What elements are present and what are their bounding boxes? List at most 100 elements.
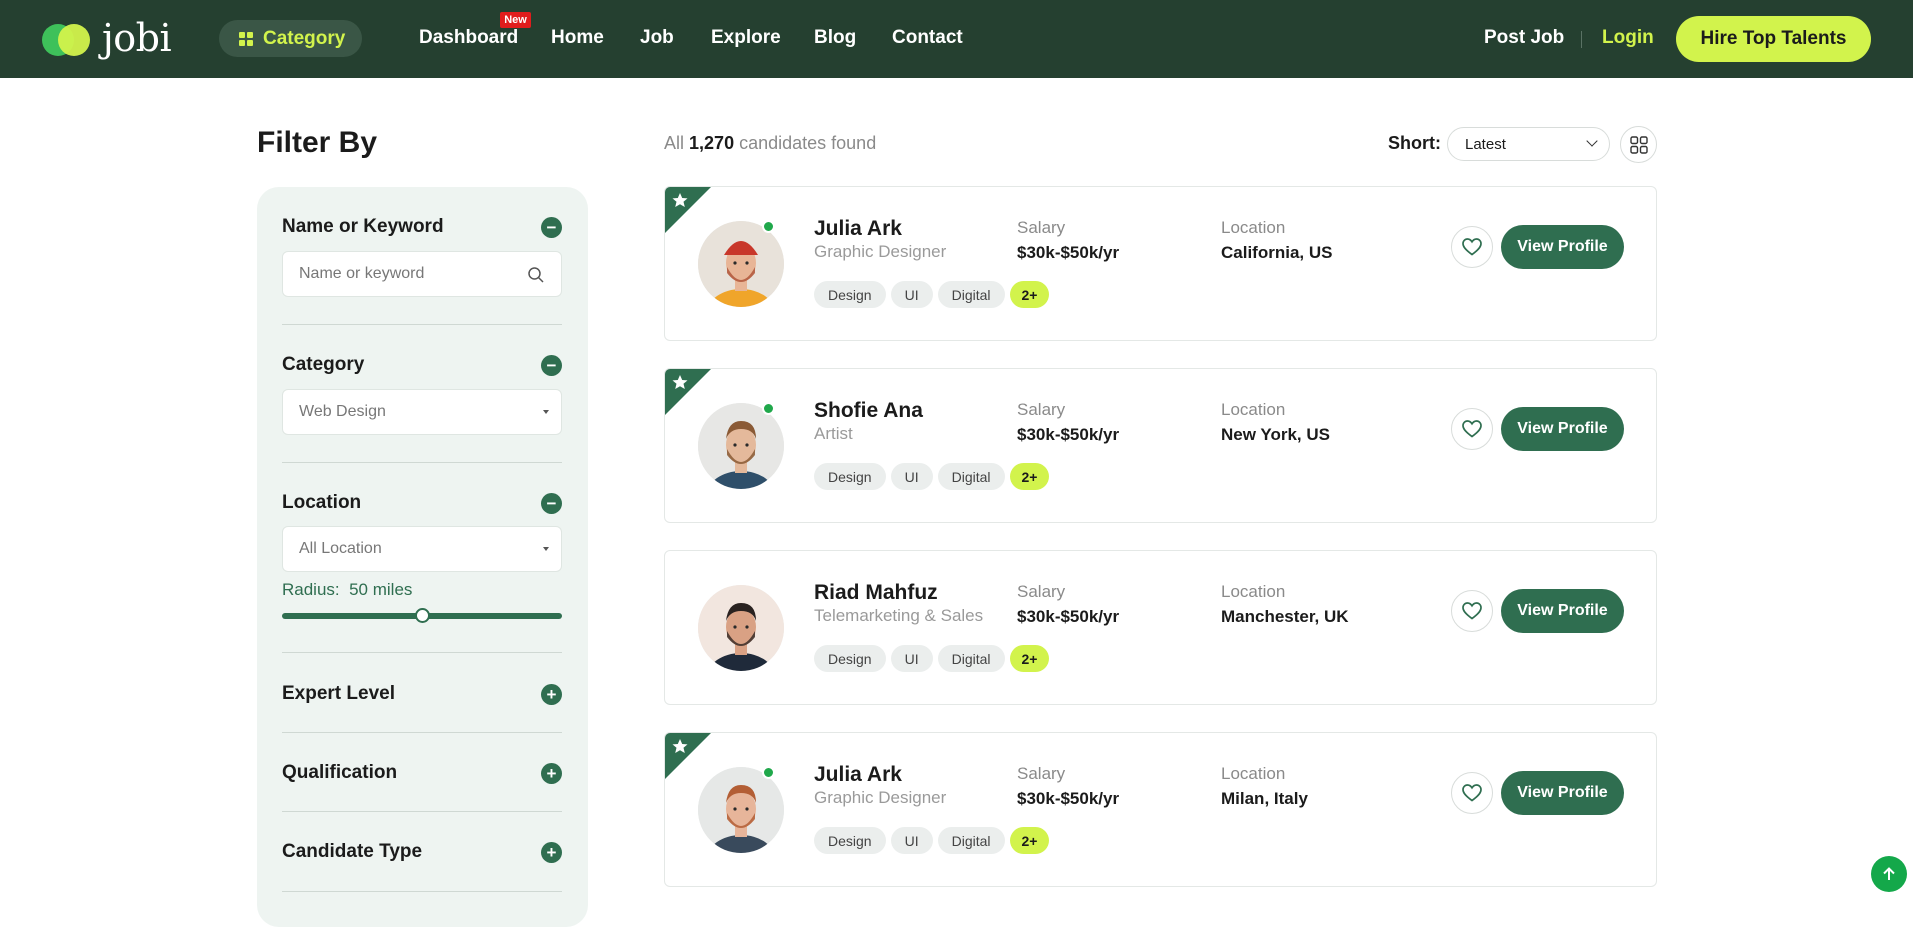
skill-tag[interactable]: Design bbox=[814, 281, 886, 308]
expand-expert-level-icon[interactable]: + bbox=[541, 684, 562, 705]
salary-value: $30k-$50k/yr bbox=[1017, 425, 1120, 444]
search-icon[interactable] bbox=[527, 266, 545, 284]
skill-tag[interactable]: UI bbox=[890, 281, 933, 308]
filter-divider bbox=[282, 324, 562, 325]
hire-top-talents-button[interactable]: Hire Top Talents bbox=[1676, 16, 1871, 62]
radius-value: 50 miles bbox=[349, 580, 413, 599]
results-prefix: All bbox=[664, 133, 685, 153]
candidate-card[interactable]: Shofie Ana Artist Design UI Digital 2+ Salary $… bbox=[664, 368, 1657, 523]
location-label: Location bbox=[1221, 582, 1286, 601]
skill-tags: Design UI Digital 2+ bbox=[814, 827, 1050, 854]
post-job-link[interactable]: Post Job bbox=[1484, 27, 1564, 49]
nav-explore[interactable]: Explore bbox=[711, 27, 781, 51]
slider-handle[interactable] bbox=[414, 608, 430, 623]
collapse-location-icon[interactable]: − bbox=[541, 493, 562, 514]
sort-select[interactable]: Latest bbox=[1447, 127, 1610, 161]
nav-dashboard[interactable]: Dashboard bbox=[419, 27, 518, 51]
online-status-dot bbox=[762, 402, 775, 415]
category-select-value: Web Design bbox=[299, 403, 386, 420]
view-profile-button[interactable]: View Profile bbox=[1501, 771, 1624, 815]
filter-category-title: Category bbox=[282, 354, 365, 375]
category-button[interactable]: Category bbox=[219, 20, 362, 57]
favorite-button[interactable] bbox=[1451, 772, 1493, 814]
filter-qualification-title: Qualification bbox=[282, 762, 398, 783]
sort-select-value: Latest bbox=[1465, 135, 1506, 153]
caret-down-icon bbox=[543, 547, 549, 551]
collapse-category-icon[interactable]: − bbox=[541, 355, 562, 376]
view-profile-button[interactable]: View Profile bbox=[1501, 407, 1624, 451]
online-status-dot bbox=[762, 766, 775, 779]
results-number: 1,270 bbox=[689, 133, 735, 153]
filter-title: Filter By bbox=[257, 126, 378, 159]
location-label: Location bbox=[1221, 764, 1286, 783]
category-button-label: Category bbox=[263, 27, 346, 49]
candidate-card[interactable]: Julia Ark Graphic Designer Design UI Digital… bbox=[664, 732, 1657, 887]
avatar bbox=[698, 767, 784, 853]
heart-icon bbox=[1462, 238, 1482, 256]
heart-icon bbox=[1462, 602, 1482, 620]
favorite-button[interactable] bbox=[1451, 226, 1493, 268]
collapse-keyword-icon[interactable]: − bbox=[541, 217, 562, 238]
salary-value: $30k-$50k/yr bbox=[1017, 607, 1120, 626]
online-status-dot bbox=[762, 220, 775, 233]
skill-tag[interactable]: Digital bbox=[937, 645, 1005, 672]
location-label: Location bbox=[1221, 218, 1286, 237]
view-profile-button[interactable]: View Profile bbox=[1501, 225, 1624, 269]
skill-tag[interactable]: Digital bbox=[937, 281, 1005, 308]
featured-ribbon-icon bbox=[665, 369, 711, 415]
skill-tag[interactable]: Design bbox=[814, 827, 886, 854]
filter-divider bbox=[282, 732, 562, 733]
radius-slider[interactable] bbox=[282, 608, 562, 623]
skill-tag[interactable]: UI bbox=[890, 827, 933, 854]
location-select-value: All Location bbox=[299, 540, 382, 557]
skill-tag[interactable]: Digital bbox=[937, 827, 1005, 854]
avatar bbox=[698, 585, 784, 671]
candidate-card[interactable]: Riad Mahfuz Telemarketing & Sales Design UI… bbox=[664, 550, 1657, 705]
nav-contact[interactable]: Contact bbox=[892, 27, 963, 51]
candidate-name[interactable]: Julia Ark bbox=[814, 217, 902, 241]
location-value: Manchester, UK bbox=[1221, 607, 1349, 626]
location-select[interactable]: All Location bbox=[282, 526, 562, 572]
nav-job[interactable]: Job bbox=[640, 27, 674, 51]
favorite-button[interactable] bbox=[1451, 590, 1493, 632]
nav-home[interactable]: Home bbox=[551, 27, 604, 51]
skill-tag[interactable]: Design bbox=[814, 463, 886, 490]
salary-label: Salary bbox=[1017, 400, 1066, 419]
nav-blog[interactable]: Blog bbox=[814, 27, 856, 51]
featured-ribbon-icon bbox=[665, 733, 711, 779]
skill-tag[interactable]: 2+ bbox=[1009, 645, 1050, 672]
filter-divider bbox=[282, 811, 562, 812]
filter-expert-level-title: Expert Level bbox=[282, 683, 395, 704]
heart-icon bbox=[1462, 420, 1482, 438]
keyword-search-input[interactable]: Name or keyword bbox=[282, 251, 562, 297]
filter-keyword-title: Name or Keyword bbox=[282, 216, 444, 237]
skill-tag[interactable]: 2+ bbox=[1009, 281, 1050, 308]
login-link[interactable]: Login bbox=[1602, 27, 1654, 49]
filter-candidate-type-title: Candidate Type bbox=[282, 841, 423, 862]
skill-tags: Design UI Digital 2+ bbox=[814, 463, 1050, 490]
view-profile-button[interactable]: View Profile bbox=[1501, 589, 1624, 633]
candidate-card[interactable]: Julia Ark Graphic Designer Design UI Digital… bbox=[664, 186, 1657, 341]
salary-value: $30k-$50k/yr bbox=[1017, 789, 1120, 808]
top-navigation-bar: jobi Category Dashboard New Home Job Exp… bbox=[0, 0, 1913, 78]
expand-candidate-type-icon[interactable]: + bbox=[541, 842, 562, 863]
skill-tag[interactable]: UI bbox=[890, 463, 933, 490]
candidate-name[interactable]: Shofie Ana bbox=[814, 399, 923, 423]
candidate-name[interactable]: Riad Mahfuz bbox=[814, 581, 938, 605]
arrow-up-icon bbox=[1883, 867, 1895, 880]
scroll-to-top-button[interactable] bbox=[1871, 856, 1907, 892]
location-value: California, US bbox=[1221, 243, 1333, 262]
skill-tag[interactable]: 2+ bbox=[1009, 827, 1050, 854]
category-select[interactable]: Web Design bbox=[282, 389, 562, 435]
skill-tags: Design UI Digital 2+ bbox=[814, 645, 1050, 672]
grid-view-button[interactable] bbox=[1620, 126, 1657, 163]
heart-icon bbox=[1462, 784, 1482, 802]
skill-tag[interactable]: UI bbox=[890, 645, 933, 672]
expand-qualification-icon[interactable]: + bbox=[541, 763, 562, 784]
candidate-role: Artist bbox=[814, 424, 853, 443]
skill-tag[interactable]: Design bbox=[814, 645, 886, 672]
favorite-button[interactable] bbox=[1451, 408, 1493, 450]
candidate-name[interactable]: Julia Ark bbox=[814, 763, 902, 787]
skill-tag[interactable]: 2+ bbox=[1009, 463, 1050, 490]
skill-tag[interactable]: Digital bbox=[937, 463, 1005, 490]
